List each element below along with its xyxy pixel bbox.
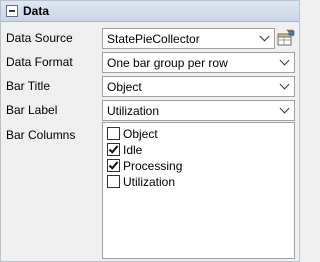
chevron-down-icon	[279, 103, 290, 114]
chevron-down-icon	[259, 31, 270, 42]
table-picker-icon[interactable]	[277, 29, 295, 47]
bar-title-value: Object	[107, 80, 142, 94]
bar-columns-label: Bar Columns	[6, 128, 76, 142]
bar-columns-list[interactable]: Object Idle Processing Utilization	[102, 122, 295, 259]
data-format-select[interactable]: One bar group per row	[102, 52, 295, 73]
checkbox[interactable]	[107, 143, 120, 156]
checkbox[interactable]	[107, 159, 120, 172]
bar-label-select[interactable]: Utilization	[102, 100, 295, 121]
list-item-label: Idle	[123, 143, 143, 157]
bar-title-label: Bar Title	[6, 79, 51, 93]
chevron-down-icon	[279, 55, 290, 66]
checkmark-icon	[108, 143, 119, 154]
bar-title-select[interactable]: Object	[102, 76, 295, 97]
bar-label-value: Utilization	[107, 104, 160, 118]
data-source-value: StatePieCollector	[107, 32, 200, 46]
checkbox[interactable]	[107, 127, 120, 140]
data-format-value: One bar group per row	[107, 56, 228, 70]
collapse-icon[interactable]	[6, 5, 18, 17]
checkmark-icon	[108, 159, 119, 170]
panel-header[interactable]: Data	[1, 1, 299, 22]
panel-title: Data	[23, 4, 50, 18]
list-item-label: Utilization	[123, 175, 176, 189]
data-format-label: Data Format	[6, 55, 73, 69]
checkbox[interactable]	[107, 175, 120, 188]
data-source-label: Data Source	[6, 31, 73, 45]
data-source-select[interactable]: StatePieCollector	[102, 28, 275, 49]
data-panel: Data Data Source StatePieCollector Data …	[0, 0, 300, 262]
bar-label-label: Bar Label	[6, 103, 58, 117]
list-item-label: Processing	[123, 159, 183, 173]
chevron-down-icon	[279, 79, 290, 90]
list-item-label: Object	[123, 127, 158, 141]
